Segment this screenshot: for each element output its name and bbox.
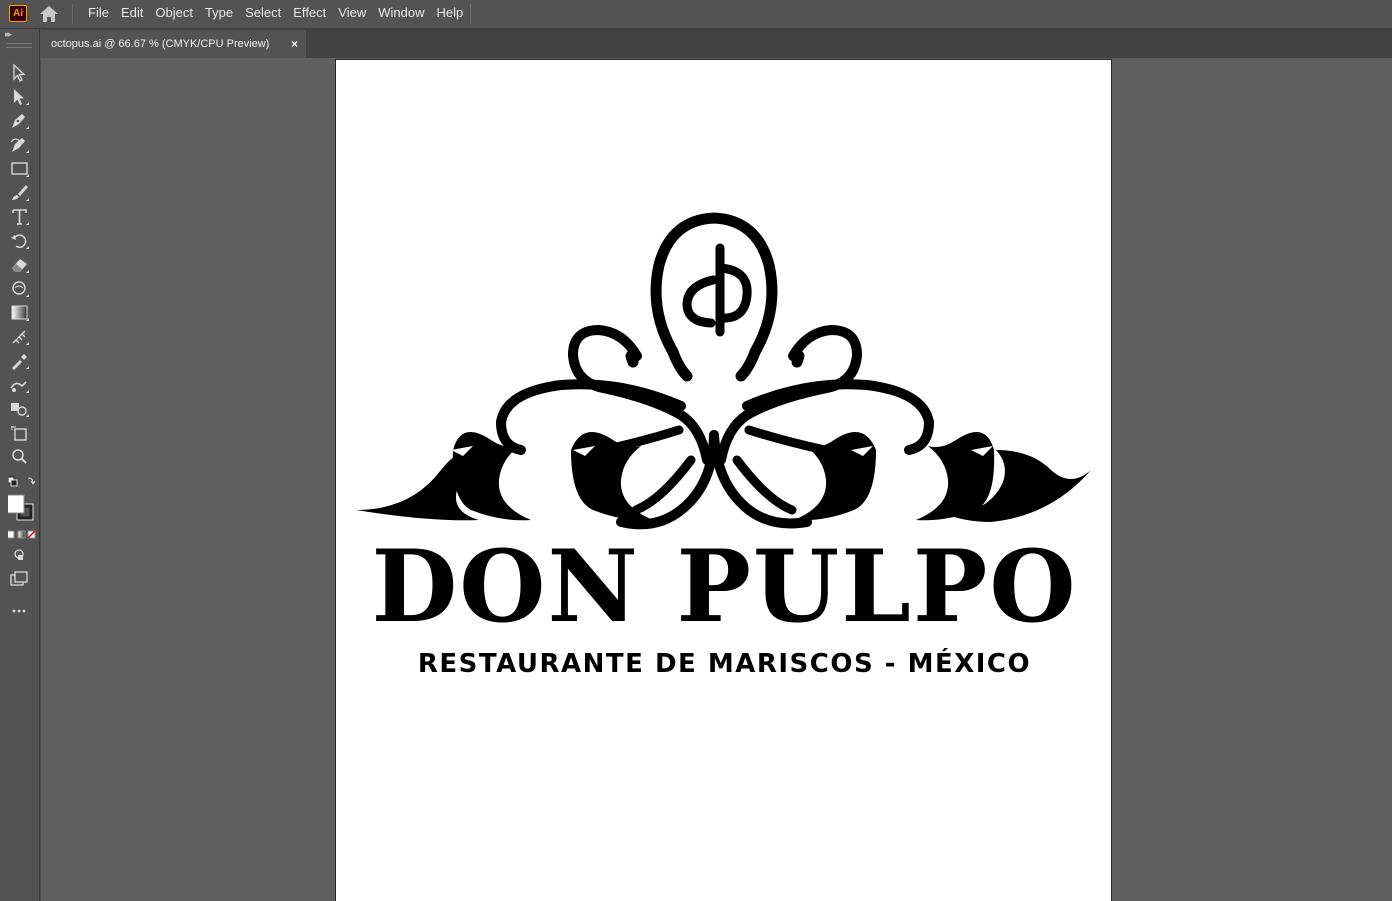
rectangle-tool-icon[interactable] [8,158,32,180]
document-tab-bar: octopus.ai @ 66.67 % (CMYK/CPU Preview) … [41,29,1392,58]
pen-tool-icon[interactable] [8,110,32,132]
menu-file[interactable]: File [82,0,115,28]
fill-stroke-swatch[interactable] [8,493,34,525]
canvas-area[interactable]: DON PULPO RESTAURANTE DE MARISCOS - MÉXI… [41,58,1392,901]
document-tab[interactable]: octopus.ai @ 66.67 % (CMYK/CPU Preview) … [41,30,306,58]
panel-grip[interactable] [6,43,32,48]
document-tab-title: octopus.ai @ 66.67 % (CMYK/CPU Preview) [51,38,270,50]
menu-type[interactable]: Type [199,0,239,28]
more-tools-icon[interactable] [8,601,32,623]
brand-name-text[interactable]: DON PULPO [336,532,1113,642]
curvature-tool-icon[interactable] [8,134,32,156]
menu-edit[interactable]: Edit [115,0,149,28]
direct-selection-tool-icon[interactable] [8,86,32,108]
drawing-mode-icon[interactable] [8,545,32,567]
octopus-logo-artwork[interactable] [351,210,1096,540]
gradient-tool-icon[interactable] [8,302,32,324]
mesh-tool-icon[interactable] [8,326,32,348]
menu-effect[interactable]: Effect [287,0,332,28]
screen-mode-icon[interactable] [8,569,32,591]
color-mode-icons[interactable] [8,529,36,541]
artboard-tool-icon[interactable] [8,422,32,444]
menu-divider [72,4,73,24]
menu-bar: Ai File Edit Object Type Select Effect V… [0,0,1392,29]
type-tool-icon[interactable] [8,206,32,228]
menu-object[interactable]: Object [149,0,199,28]
blend-tool-icon[interactable] [8,374,32,396]
default-colors-icon[interactable] [8,475,36,489]
menu-divider [470,4,471,24]
close-icon[interactable]: × [291,30,298,58]
warp-tool-icon[interactable] [8,278,32,300]
illustrator-app-icon: Ai [9,5,27,22]
zoom-tool-icon[interactable] [8,446,32,468]
menu-select[interactable]: Select [239,0,287,28]
tools-panel: ▸▸ [0,29,40,901]
selection-tool-icon[interactable] [8,62,32,84]
menu-window[interactable]: Window [372,0,430,28]
paintbrush-tool-icon[interactable] [8,182,32,204]
main-menu: File Edit Object Type Select Effect View… [82,0,469,28]
menu-help[interactable]: Help [430,0,469,28]
brand-subtitle-text[interactable]: RESTAURANTE DE MARISCOS - MÉXICO [336,647,1113,681]
artboard[interactable]: DON PULPO RESTAURANTE DE MARISCOS - MÉXI… [335,59,1112,901]
shape-builder-tool-icon[interactable] [8,398,32,420]
collapse-panel-icon[interactable]: ▸▸ [5,29,12,40]
eraser-tool-icon[interactable] [8,254,32,276]
menu-view[interactable]: View [332,0,372,28]
rotate-tool-icon[interactable] [8,230,32,252]
eyedropper-tool-icon[interactable] [8,350,32,372]
home-icon[interactable] [38,4,60,24]
